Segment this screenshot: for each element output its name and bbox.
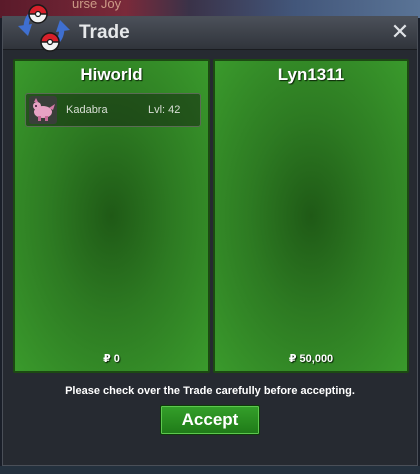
partner-money-value: 50,000 bbox=[299, 353, 334, 365]
item-name: Kadabra bbox=[66, 104, 108, 116]
my-offer-panel: Hiworld Kadabra Lvl: 42 ₽ 0 bbox=[13, 59, 210, 373]
accept-button[interactable]: Accept bbox=[160, 405, 260, 435]
my-player-name: Hiworld bbox=[80, 65, 143, 84]
background-text: urse Joy bbox=[72, 0, 122, 11]
pokedollar-icon: ₽ bbox=[103, 353, 111, 365]
trade-notice: Please check over the Trade carefully be… bbox=[65, 385, 355, 397]
trade-window: Trade ✕ Hiworld Kadabra Lvl: 42 ₽ 0 Lyn1… bbox=[2, 16, 418, 466]
close-button[interactable]: ✕ bbox=[389, 20, 411, 44]
partner-offer-panel: Lyn1311 ₽ 50,000 bbox=[213, 59, 409, 373]
partner-player-name: Lyn1311 bbox=[277, 65, 345, 84]
pokedollar-icon: ₽ bbox=[288, 353, 297, 365]
my-money-value: 0 bbox=[113, 353, 120, 365]
background-bottom bbox=[0, 466, 420, 474]
item-level: Lvl: 42 bbox=[148, 104, 181, 116]
pokeball-logo-icon bbox=[14, 0, 74, 56]
partner-money: ₽ 50,000 bbox=[215, 352, 407, 365]
kadabra-sprite-icon bbox=[29, 96, 57, 124]
my-money: ₽ 0 bbox=[15, 352, 208, 365]
trade-item-slot[interactable]: Kadabra Lvl: 42 bbox=[25, 93, 201, 127]
window-title: Trade bbox=[79, 22, 130, 43]
